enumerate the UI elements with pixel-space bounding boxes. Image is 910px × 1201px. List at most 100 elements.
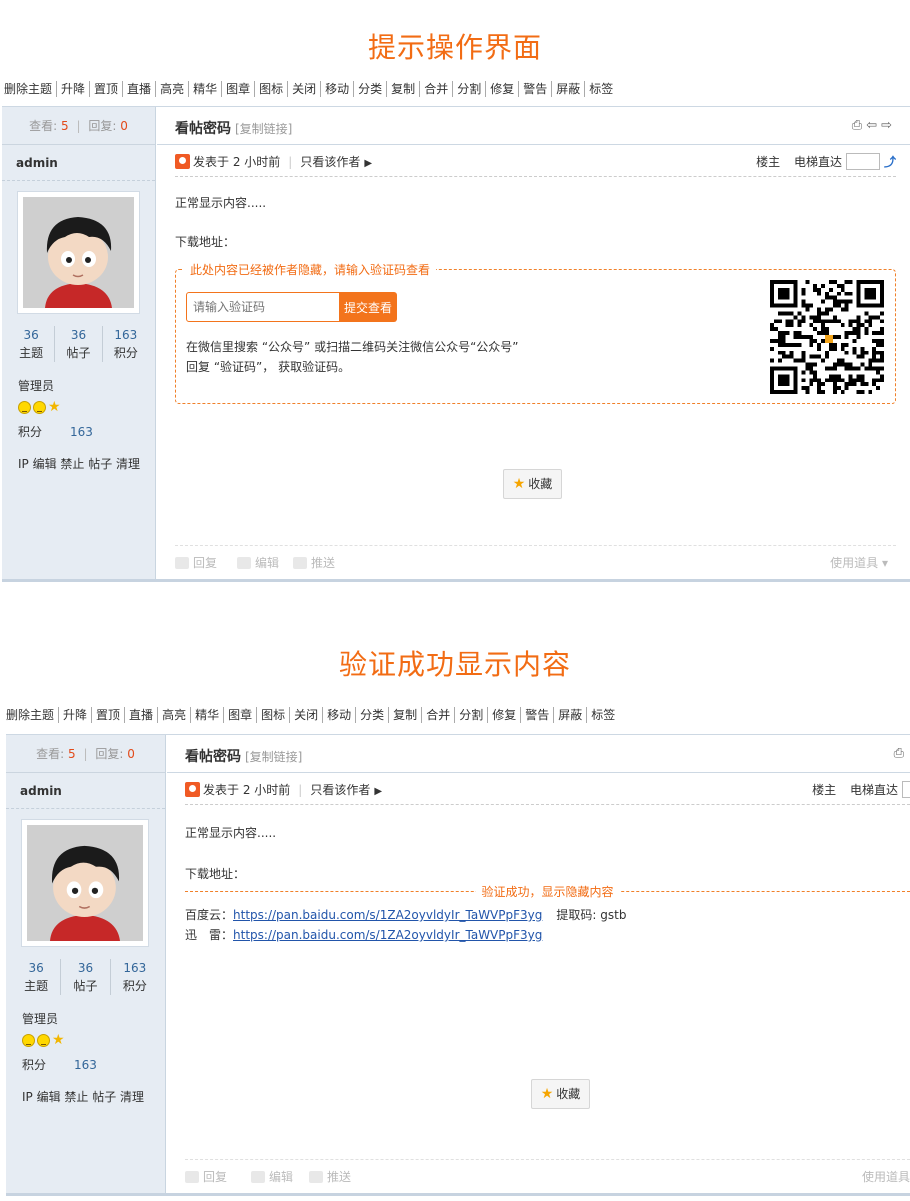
toolbar-item[interactable]: 图标	[254, 81, 287, 97]
user-group[interactable]: 管理员	[6, 995, 165, 1029]
toolbar-item[interactable]: 警告	[520, 707, 553, 723]
only-author-link[interactable]: 只看该作者	[310, 783, 370, 797]
avatar-image	[27, 825, 143, 941]
edit-action[interactable]: 编辑	[237, 554, 279, 571]
toolbar-item[interactable]: 分割	[454, 707, 487, 723]
print-icon[interactable]: ⎙	[852, 118, 866, 133]
username[interactable]: admin	[6, 773, 165, 809]
jifen-value: 163	[70, 425, 93, 439]
header-icons: ⎙	[894, 746, 908, 761]
edit-icon	[251, 1171, 265, 1183]
toolbar-item[interactable]: 关闭	[287, 81, 320, 97]
favorite-button[interactable]: ★ 收藏	[531, 1079, 590, 1109]
toolbar-item[interactable]: 删除主题	[2, 707, 58, 723]
toolbar-item[interactable]: 置顶	[89, 81, 122, 97]
toolbar-item[interactable]: 分类	[355, 707, 388, 723]
toolbar-item[interactable]: 升降	[58, 707, 91, 723]
post-info-bar: 发表于 2 小时前 | 只看该作者 ▶ 楼主 电梯直达 ⤴	[175, 151, 896, 177]
lift-go-icon[interactable]: ⤴	[884, 155, 896, 169]
avatar[interactable]	[21, 819, 149, 947]
prev-thread-icon[interactable]: ⇦	[866, 118, 881, 133]
toolbar-item[interactable]: 标签	[584, 81, 617, 97]
topics-count: 36	[28, 961, 44, 975]
toolbar-item[interactable]: 分类	[353, 81, 386, 97]
toolbar-item[interactable]: 分割	[452, 81, 485, 97]
posts-count: 36	[70, 328, 87, 342]
toolbar-item[interactable]: 屏蔽	[551, 81, 584, 97]
user-topics[interactable]: 36 主题	[8, 326, 54, 362]
push-label: 推送	[311, 556, 336, 570]
lift-input[interactable]	[845, 153, 880, 170]
reply-action[interactable]: 回复	[175, 554, 217, 571]
copy-link[interactable]: [复制链接]	[235, 122, 292, 136]
toolbar-item[interactable]: 合并	[421, 707, 454, 723]
toolbar-item[interactable]: 合并	[419, 81, 452, 97]
toolbar-item[interactable]: 精华	[188, 81, 221, 97]
xunlei-link[interactable]: https://pan.baidu.com/s/1ZA2oyvldyIr_TaW…	[233, 928, 542, 942]
user-posts[interactable]: 36 帖子	[54, 326, 101, 362]
toolbar-item[interactable]: 修复	[485, 81, 518, 97]
post-header: 看帖密码 [复制链接] ⎙	[167, 735, 910, 773]
tools-action[interactable]: 使用道具 ▾	[830, 554, 888, 571]
replies-label: 回复:	[95, 747, 124, 761]
toolbar-item[interactable]: 图章	[221, 81, 254, 97]
toolbar-item[interactable]: 屏蔽	[553, 707, 586, 723]
toolbar-item[interactable]: 高亮	[157, 707, 190, 723]
push-action[interactable]: 推送	[309, 1168, 351, 1185]
play-arrow-icon: ▶	[364, 158, 373, 169]
toolbar-item[interactable]: 精华	[190, 707, 223, 723]
toolbar-item[interactable]: 关闭	[289, 707, 322, 723]
copy-link[interactable]: [复制链接]	[245, 750, 302, 764]
user-posts[interactable]: 36 帖子	[60, 959, 109, 995]
next-thread-icon[interactable]: ⇨	[881, 118, 896, 133]
toolbar-item[interactable]: 直播	[124, 707, 157, 723]
user-group[interactable]: 管理员	[2, 362, 155, 396]
avatar-image	[23, 197, 134, 308]
face-icon	[22, 1033, 35, 1047]
user-topics[interactable]: 36 主题	[12, 959, 60, 995]
edit-action[interactable]: 编辑	[251, 1168, 293, 1185]
avatar[interactable]	[17, 191, 140, 314]
toolbar-item[interactable]: 复制	[388, 707, 421, 723]
reply-action[interactable]: 回复	[185, 1168, 227, 1185]
posts-label: 帖子	[73, 979, 98, 993]
post-info-left: 发表于 2 小时前 | 只看该作者 ▶	[175, 153, 372, 170]
thread-title: 看帖密码	[185, 749, 241, 765]
toolbar-item[interactable]: 修复	[487, 707, 520, 723]
jifen-label: 积分	[18, 425, 43, 439]
revealed-content: 百度云：https://pan.baidu.com/s/1ZA2oyvldyIr…	[185, 905, 896, 945]
push-action[interactable]: 推送	[293, 554, 335, 571]
toolbar-item[interactable]: 移动	[322, 707, 355, 723]
username[interactable]: admin	[2, 145, 155, 181]
floor-label: 楼主	[812, 783, 837, 797]
toolbar-item[interactable]: 图标	[256, 707, 289, 723]
toolbar-item[interactable]: 直播	[122, 81, 155, 97]
toolbar-item[interactable]: 图章	[223, 707, 256, 723]
toolbar-item[interactable]: 删除主题	[0, 81, 56, 97]
rank-icons: ★	[6, 1029, 165, 1051]
edit-label: 编辑	[255, 556, 280, 570]
toolbar-item[interactable]: 复制	[386, 81, 419, 97]
toolbar-item[interactable]: 标签	[586, 707, 619, 723]
post-panel: 查看: 5 | 回复: 0 admin 36 主题 36 帖子 163 积分 管…	[2, 106, 910, 582]
post-actions: 回复 编辑 推送 使用道具	[185, 1159, 910, 1187]
favorite-button[interactable]: ★ 收藏	[503, 469, 562, 499]
views-count: 5	[68, 747, 76, 761]
tools-action[interactable]: 使用道具	[862, 1168, 910, 1185]
lift-input[interactable]	[902, 781, 910, 798]
toolbar-item[interactable]: 置顶	[91, 707, 124, 723]
face-icon	[18, 400, 31, 414]
verify-code-input[interactable]	[186, 292, 341, 322]
user-credits[interactable]: 163 积分	[101, 326, 149, 362]
only-author-link[interactable]: 只看该作者	[300, 155, 360, 169]
admin-links[interactable]: IP 编辑 禁止 帖子 清理	[2, 442, 155, 474]
admin-links[interactable]: IP 编辑 禁止 帖子 清理	[6, 1075, 165, 1107]
print-icon[interactable]: ⎙	[894, 746, 908, 761]
toolbar-item[interactable]: 升降	[56, 81, 89, 97]
toolbar-item[interactable]: 移动	[320, 81, 353, 97]
toolbar-item[interactable]: 高亮	[155, 81, 188, 97]
submit-view-button[interactable]: 提交查看	[339, 292, 397, 322]
toolbar-item[interactable]: 警告	[518, 81, 551, 97]
baidu-link[interactable]: https://pan.baidu.com/s/1ZA2oyvldyIr_TaW…	[233, 908, 542, 922]
user-credits[interactable]: 163 积分	[109, 959, 159, 995]
